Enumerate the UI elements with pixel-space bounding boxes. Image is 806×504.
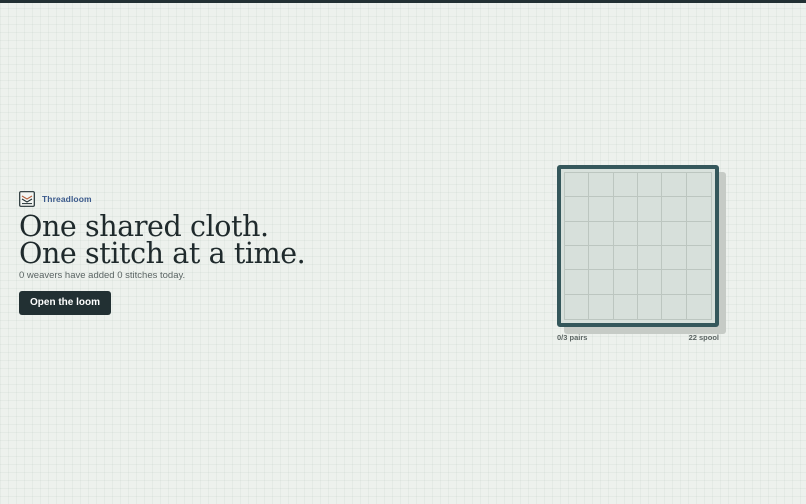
loom-preview: 0/3 pairs 22 spool bbox=[557, 165, 726, 342]
loom-cell[interactable] bbox=[638, 197, 663, 222]
loom-cell[interactable] bbox=[662, 294, 687, 319]
loom-cell[interactable] bbox=[638, 270, 663, 295]
loom-cell[interactable] bbox=[589, 197, 614, 222]
loom-frame-icon bbox=[19, 191, 35, 207]
loom-frame[interactable] bbox=[557, 165, 719, 327]
loom-cell[interactable] bbox=[662, 197, 687, 222]
loom-cell[interactable] bbox=[589, 270, 614, 295]
loom-cell[interactable] bbox=[638, 173, 663, 198]
loom-cell[interactable] bbox=[613, 246, 638, 271]
loom-cell[interactable] bbox=[565, 246, 590, 271]
top-accent-bar bbox=[0, 0, 806, 3]
open-loom-button[interactable]: Open the loom bbox=[19, 291, 111, 315]
page-title: One shared cloth. One stitch at a time. bbox=[19, 210, 439, 270]
headline-line-2: One stitch at a time. bbox=[19, 237, 306, 270]
loom-cell[interactable] bbox=[613, 221, 638, 246]
pairs-counter: 0/3 pairs bbox=[557, 333, 588, 342]
loom-grid bbox=[564, 172, 712, 320]
loom-cell[interactable] bbox=[638, 294, 663, 319]
brand-name: Threadloom bbox=[42, 194, 92, 204]
loom-cell[interactable] bbox=[687, 295, 711, 319]
loom-cell[interactable] bbox=[686, 197, 711, 222]
loom-cell[interactable] bbox=[662, 270, 687, 295]
loom-cell[interactable] bbox=[589, 221, 614, 246]
loom-cell[interactable] bbox=[565, 173, 590, 198]
loom-cell[interactable] bbox=[589, 173, 614, 198]
loom-cell[interactable] bbox=[662, 246, 687, 271]
loom-cell[interactable] bbox=[662, 221, 687, 246]
activity-summary: 0 weavers have added 0 stitches today. bbox=[19, 270, 186, 281]
loom-footer: 0/3 pairs 22 spool bbox=[557, 333, 719, 342]
loom-cell[interactable] bbox=[686, 222, 711, 246]
loom-cell[interactable] bbox=[662, 173, 687, 198]
loom-cell[interactable] bbox=[686, 246, 711, 271]
loom-cell[interactable] bbox=[613, 270, 638, 295]
loom-cell[interactable] bbox=[589, 246, 614, 271]
loom-cell[interactable] bbox=[589, 294, 614, 319]
loom-cell[interactable] bbox=[686, 173, 711, 198]
loom-cell[interactable] bbox=[638, 221, 663, 246]
loom-cell[interactable] bbox=[565, 197, 590, 222]
brand[interactable]: Threadloom bbox=[19, 190, 439, 208]
headline-line-1: One shared cloth. bbox=[19, 210, 269, 243]
loom-cell[interactable] bbox=[565, 221, 590, 246]
loom-cell[interactable] bbox=[613, 197, 638, 222]
loom-cell[interactable] bbox=[686, 270, 711, 295]
hero-section: Threadloom One shared cloth. One stitch … bbox=[19, 190, 439, 315]
spool-counter: 22 spool bbox=[688, 333, 719, 342]
loom-cell[interactable] bbox=[638, 246, 663, 271]
loom-cell[interactable] bbox=[613, 173, 638, 198]
loom-cell[interactable] bbox=[614, 294, 638, 319]
loom-cell[interactable] bbox=[565, 294, 590, 319]
loom-cell[interactable] bbox=[565, 270, 590, 295]
